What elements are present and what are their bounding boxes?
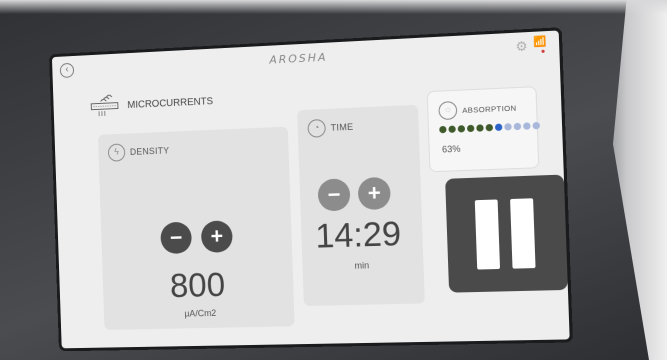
density-panel: ϟ DENSITY − + 800 µA/Cm2 bbox=[97, 126, 295, 330]
back-arrow-icon[interactable]: ‹ bbox=[59, 62, 75, 79]
mode-header: MICROCURRENTS bbox=[89, 88, 213, 119]
density-increase-button[interactable]: + bbox=[200, 220, 233, 253]
density-unit: µA/Cm2 bbox=[184, 307, 217, 319]
absorption-label: ABSORPTION bbox=[462, 102, 517, 115]
absorption-dot bbox=[448, 125, 456, 133]
density-decrease-button[interactable]: − bbox=[160, 221, 193, 255]
absorption-dot bbox=[476, 124, 484, 132]
absorption-dot bbox=[494, 123, 503, 131]
absorption-icon: ◌ bbox=[438, 101, 458, 121]
absorption-dot bbox=[523, 122, 531, 130]
density-value: 800 bbox=[169, 266, 226, 306]
wifi-icon: 📶 bbox=[533, 36, 547, 49]
time-increase-button[interactable]: + bbox=[357, 176, 391, 211]
density-controls: − + bbox=[160, 220, 233, 255]
pause-icon bbox=[474, 199, 501, 270]
mode-label: MICROCURRENTS bbox=[127, 95, 214, 111]
absorption-dot bbox=[532, 121, 541, 130]
time-value: 14:29 bbox=[314, 214, 402, 256]
absorption-header: ◌ ABSORPTION bbox=[438, 98, 517, 121]
status-dot bbox=[541, 49, 545, 53]
time-label: TIME bbox=[330, 121, 354, 133]
gear-icon[interactable]: ⚙ bbox=[515, 38, 528, 55]
time-panel: ◔ TIME − + 14:29 min bbox=[297, 104, 425, 307]
absorption-percent: 63% bbox=[441, 143, 461, 155]
time-controls: − + bbox=[317, 176, 391, 212]
absorption-dot bbox=[513, 122, 522, 131]
density-header: ϟ DENSITY bbox=[107, 142, 170, 162]
density-label: DENSITY bbox=[129, 145, 170, 157]
microcurrents-icon bbox=[89, 93, 122, 120]
time-decrease-button[interactable]: − bbox=[317, 178, 351, 212]
absorption-dot bbox=[504, 123, 512, 131]
device-top-edge bbox=[0, 0, 667, 14]
time-header: ◔ TIME bbox=[307, 118, 354, 138]
brand-logo: AROSHA bbox=[269, 50, 328, 67]
timer-icon: ◔ bbox=[307, 118, 326, 138]
touch-screen: ‹ AROSHA ⚙ 📶 MICROCURRENTS ϟ DENSITY − +… bbox=[51, 30, 570, 349]
pause-icon-bar bbox=[510, 198, 536, 269]
absorption-dot bbox=[457, 125, 466, 133]
absorption-dot bbox=[466, 124, 475, 133]
absorption-level-indicator bbox=[439, 121, 541, 134]
absorption-panel: ◌ ABSORPTION 63% bbox=[427, 87, 541, 172]
pause-button[interactable] bbox=[445, 174, 568, 293]
absorption-dot bbox=[439, 125, 447, 134]
time-unit: min bbox=[354, 260, 370, 271]
absorption-dot bbox=[485, 123, 494, 132]
density-icon: ϟ bbox=[107, 143, 126, 162]
